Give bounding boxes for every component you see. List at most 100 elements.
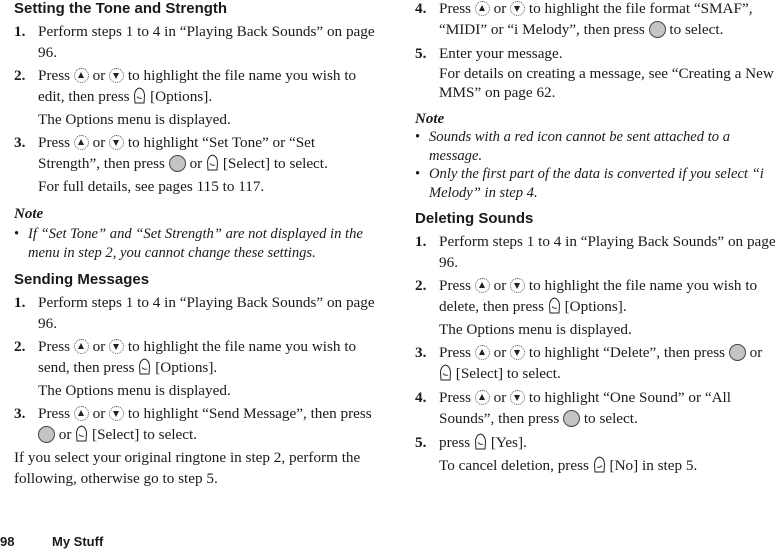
bullet: • [415, 166, 421, 182]
section-heading-delete: Deleting Sounds [415, 210, 534, 227]
send-step-4: 4. Press or to highlight the file format… [415, 0, 778, 40]
nav-down-icon [510, 277, 526, 293]
right-soft-key-icon [206, 154, 219, 171]
step-number: 1. [415, 233, 427, 250]
tone-step-3-result: For full details, see pages 115 to 117. [38, 178, 265, 195]
step-number: 1. [14, 23, 26, 40]
step-text: or [189, 155, 203, 172]
center-key-icon [563, 409, 581, 427]
step-text: or [92, 405, 106, 422]
step-text: to highlight “Send Message”, then press [127, 405, 372, 422]
nav-up-icon [73, 134, 89, 150]
delete-step-2: 2. Press or to highlight the file name y… [415, 275, 778, 317]
tone-step-3: 3. Press or to highlight “Set Tone” or “… [14, 132, 376, 174]
step-text: to select. [669, 21, 724, 38]
nav-down-icon [109, 134, 125, 150]
center-key-icon [168, 154, 186, 172]
step-text: or [749, 344, 763, 361]
tone-step-2-result: The Options menu is displayed. [38, 111, 231, 128]
step-number: 5. [415, 45, 427, 62]
nav-down-icon [109, 405, 125, 421]
step-number: 3. [415, 344, 427, 361]
send-step-2-result: The Options menu is displayed. [38, 382, 231, 399]
delete-step-1: 1. Perform steps 1 to 4 in “Playing Back… [415, 231, 778, 273]
nav-up-icon [73, 67, 89, 83]
nav-up-icon [474, 389, 490, 405]
step-number: 2. [14, 67, 26, 84]
step-text: [No] in step 5. [609, 457, 698, 474]
note-title: Note [14, 206, 44, 222]
step-number: 5. [415, 434, 427, 451]
nav-up-icon [474, 0, 490, 16]
note-item: • If “Set Tone” and “Set Strength” are n… [14, 225, 376, 262]
step-text: or [58, 426, 72, 443]
section-heading-send: Sending Messages [14, 271, 150, 288]
send-step-1: 1. Perform steps 1 to 4 in “Playing Back… [14, 292, 376, 334]
nav-down-icon [109, 338, 125, 354]
left-column: Setting the Tone and Strength 1. Perform… [14, 0, 376, 489]
step-text: or [493, 0, 507, 17]
step-number: 2. [14, 338, 26, 355]
step-text: to select. [583, 410, 638, 427]
right-soft-key-icon [548, 297, 561, 314]
step-text: Press [439, 0, 472, 17]
delete-step-5: 5. press [Yes]. [415, 432, 778, 453]
step-text: or [493, 277, 507, 294]
send-step-5: 5. Enter your message. [415, 43, 778, 64]
note-text: Sounds with a red icon cannot be sent at… [429, 129, 731, 164]
delete-step-3: 3. Press or to highlight “Delete”, then … [415, 342, 778, 384]
delete-step-2-result: The Options menu is displayed. [439, 321, 632, 338]
step-text: Perform steps 1 to 4 in “Playing Back So… [38, 294, 375, 332]
step-text: [Options]. [150, 88, 213, 105]
center-key-icon [728, 343, 746, 361]
step-text: to highlight “Delete”, then press [528, 344, 726, 361]
step-text: [Select] to select. [222, 155, 328, 172]
step-number: 2. [415, 277, 427, 294]
center-key-icon [38, 425, 55, 443]
step-text: [Select] to select. [455, 365, 561, 382]
step-number: 3. [14, 405, 26, 422]
nav-up-icon [73, 405, 89, 421]
send-step-5-detail: For details on creating a message, see “… [439, 65, 774, 101]
page-number: 98 [0, 534, 15, 549]
section-name: My Stuff [52, 534, 104, 549]
step-text: or [493, 344, 507, 361]
nav-down-icon [510, 344, 526, 360]
bullet: • [14, 226, 20, 242]
step-text: To cancel deletion, press [439, 457, 589, 474]
note-text: If “Set Tone” and “Set Strength” are not… [28, 226, 363, 261]
right-soft-key-icon [439, 364, 452, 381]
note-text: Only the first part of the data is conve… [429, 166, 764, 201]
step-text: press [439, 434, 471, 451]
step-text: or [92, 134, 106, 151]
step-text: Perform steps 1 to 4 in “Playing Back So… [439, 233, 776, 271]
send-step-3: 3. Press or to highlight “Send Message”,… [14, 403, 376, 445]
step-text: [Yes]. [490, 434, 527, 451]
step-text: Press [439, 389, 472, 406]
send-step-2: 2. Press or to highlight the file name y… [14, 336, 376, 378]
section-heading-tone: Setting the Tone and Strength [14, 0, 228, 17]
nav-up-icon [474, 277, 490, 293]
right-column: 4. Press or to highlight the file format… [415, 0, 778, 476]
bullet: • [415, 129, 421, 145]
tone-step-2: 2. Press or to highlight the file name y… [14, 65, 376, 107]
nav-up-icon [474, 344, 490, 360]
step-text: Perform steps 1 to 4 in “Playing Back So… [38, 23, 375, 61]
right-soft-key-icon [474, 433, 487, 450]
nav-down-icon [109, 67, 125, 83]
step-text: Enter your message. [439, 45, 563, 62]
tone-step-1: 1. Perform steps 1 to 4 in “Playing Back… [14, 21, 376, 63]
step-text: [Options]. [155, 359, 218, 376]
nav-down-icon [510, 389, 526, 405]
step-number: 4. [415, 0, 427, 17]
step-text: Press [38, 134, 71, 151]
step-text: [Select] to select. [92, 426, 198, 443]
delete-step-5-cancel: To cancel deletion, press [No] in step 5… [415, 455, 778, 476]
nav-down-icon [510, 0, 526, 16]
step-number: 3. [14, 134, 26, 151]
center-key-icon [648, 20, 666, 38]
step-text: Press [38, 405, 71, 422]
note-title: Note [415, 111, 445, 127]
step-text: Press [38, 338, 71, 355]
step-text: or [92, 338, 106, 355]
